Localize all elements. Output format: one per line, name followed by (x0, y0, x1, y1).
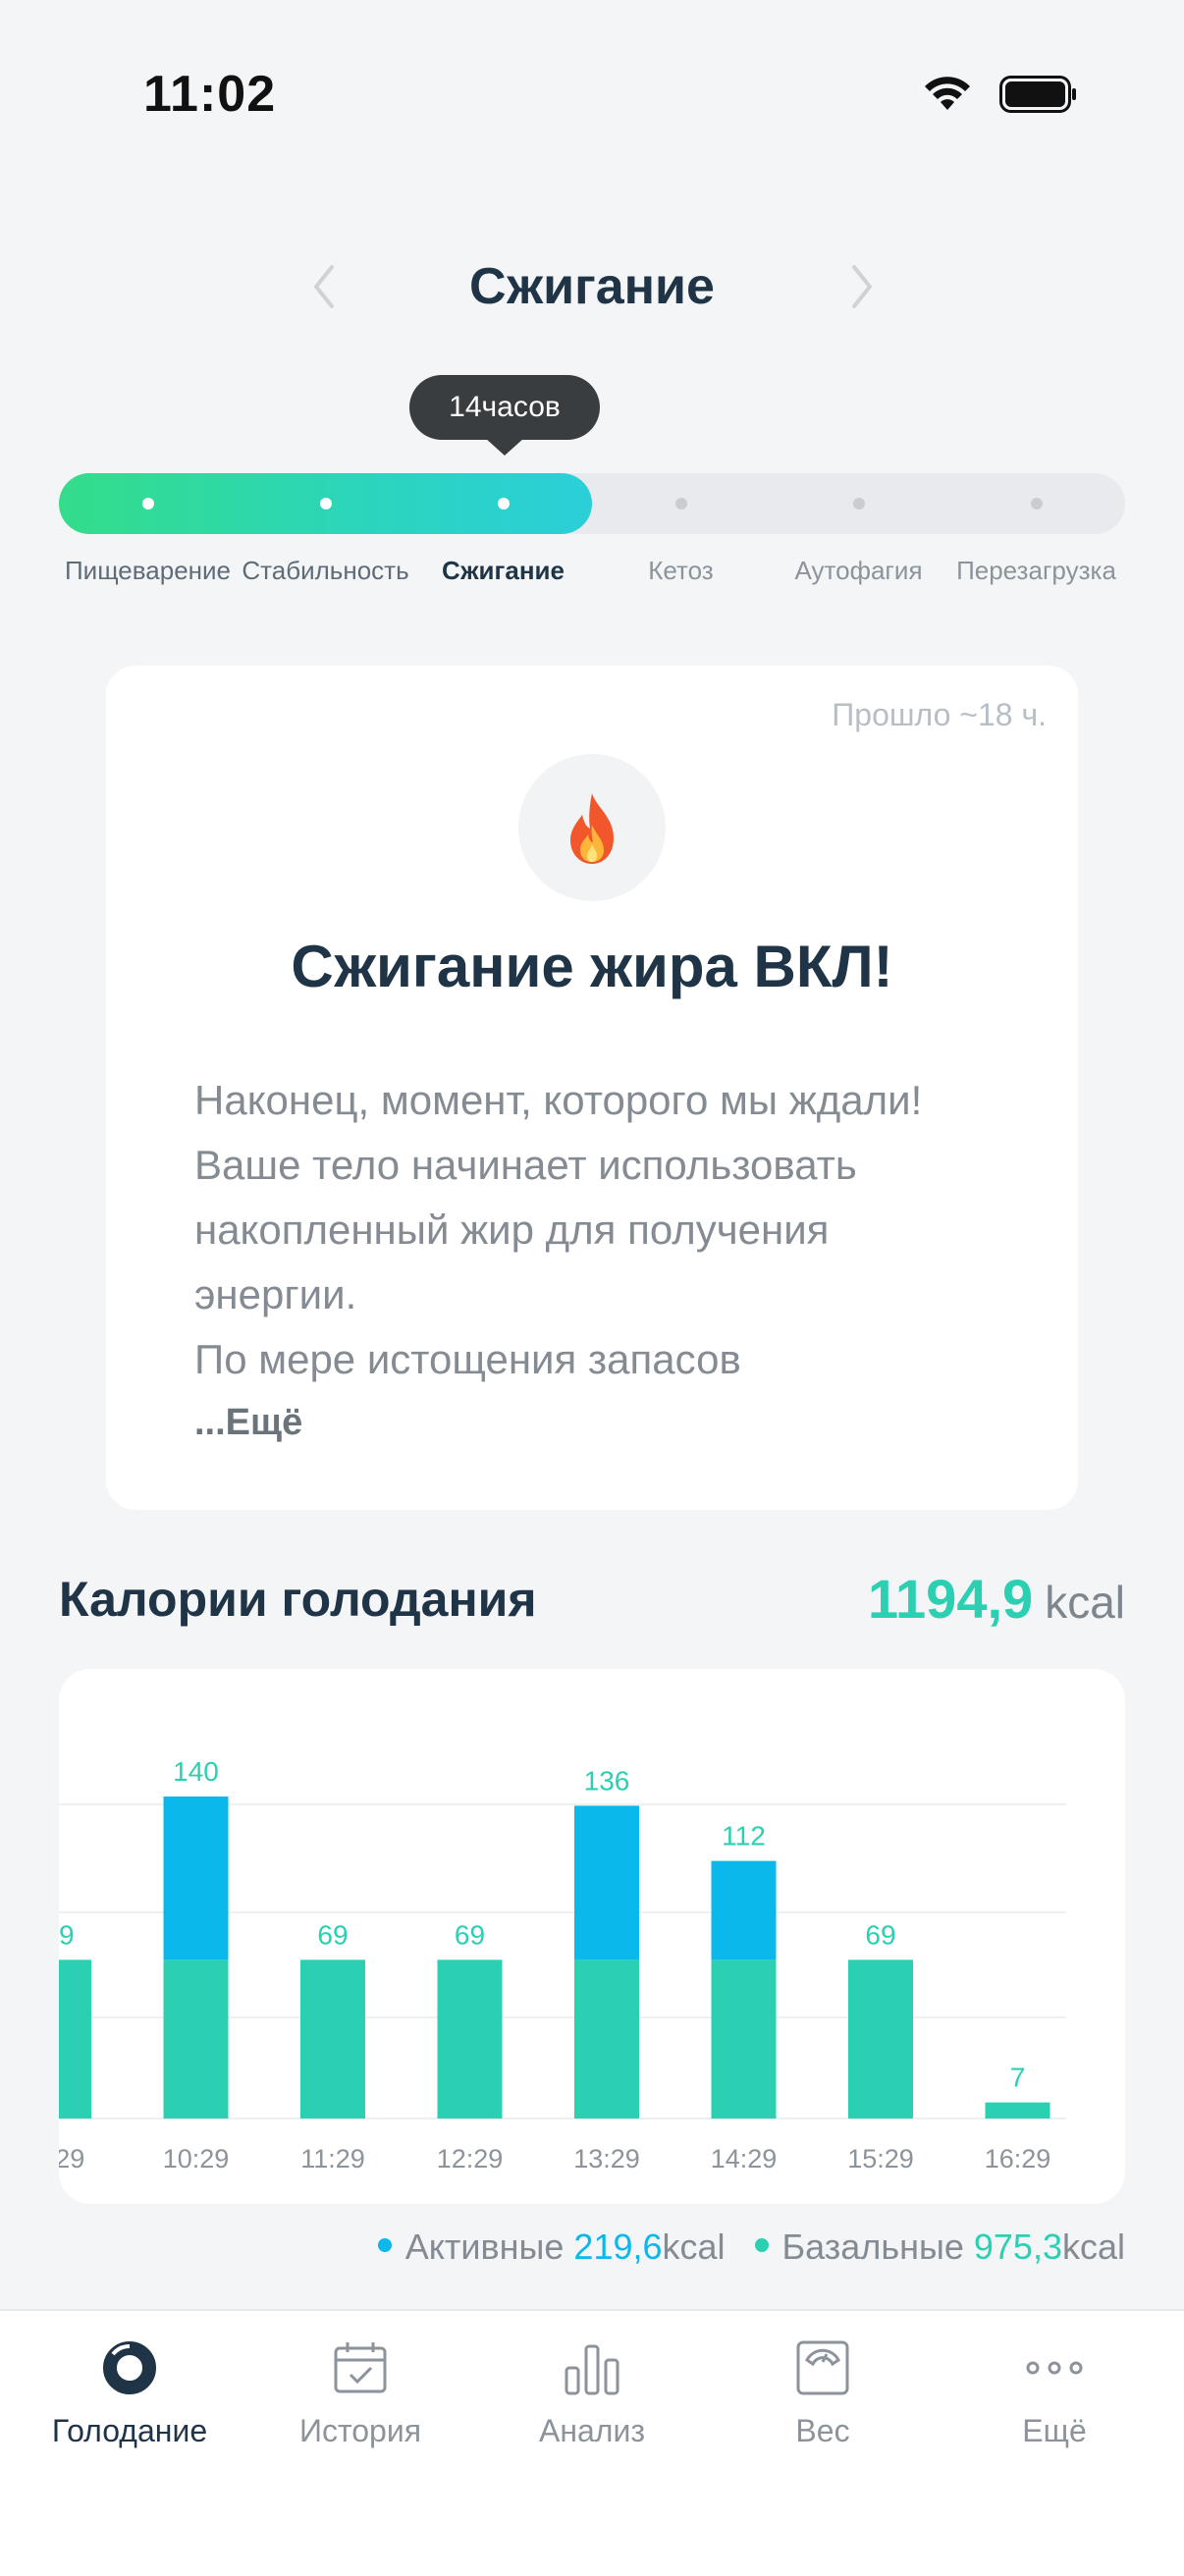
bar-active[interactable] (574, 1805, 639, 1960)
stage-label[interactable]: Перезагрузка (939, 556, 1135, 586)
calories-chart: 69 9:29 140 10:29 69 11:29 69 12:29 136 13:29 112 1… (59, 1669, 1125, 2204)
stage-dot (319, 498, 332, 510)
scale-icon (796, 2340, 849, 2395)
x-tick-label: 12:29 (437, 2144, 504, 2174)
next-stage-button[interactable] (833, 257, 891, 316)
card-description: Наконец, момент, которого мы ждали! Ваше… (194, 1068, 1019, 1392)
calories-total-unit: kcal (1045, 1577, 1125, 1628)
chart-legend: Активные 219,6kcal Базальные 975,3kcal (377, 2227, 1125, 2268)
bar-active[interactable] (711, 1860, 777, 1960)
tooltip-arrow (485, 438, 524, 456)
x-tick-label: 15:29 (847, 2144, 914, 2174)
card-description-line: По мере истощения запасов (194, 1336, 741, 1382)
stage-label[interactable]: Стабильность (228, 556, 424, 586)
tab-label: Вес (795, 2413, 850, 2448)
legend-active-unit: kcal (662, 2227, 726, 2267)
read-more-link[interactable]: ...Ещё (194, 1402, 302, 1444)
card-title: Сжигание жира ВКЛ! (291, 934, 893, 999)
bar-basal[interactable] (437, 1959, 503, 2119)
stage-label[interactable]: Пищеварение (50, 556, 246, 586)
tab-more[interactable]: Ещё (937, 2336, 1172, 2464)
calories-total-value: 1194,9 (867, 1568, 1034, 1630)
legend-active-value: 219,6 (573, 2227, 663, 2267)
bar-value-label: 69 (59, 1919, 75, 1950)
card-description-line: Ваше тело начинает использовать (194, 1142, 857, 1188)
stage-dot (141, 498, 154, 510)
tab-analysis[interactable]: Анализ (474, 2336, 710, 2464)
legend-basal-value: 975,3 (973, 2227, 1062, 2267)
legend-basal-label: Базальные (781, 2227, 964, 2267)
x-tick-label: 14:29 (711, 2144, 778, 2174)
bar-basal[interactable] (711, 1959, 777, 2119)
stage-label[interactable]: Сжигание (405, 556, 602, 586)
tab-history[interactable]: История (242, 2336, 478, 2464)
calendar-check-icon (334, 2342, 387, 2393)
tab-label: Голодание (51, 2413, 208, 2448)
wifi-icon (925, 77, 970, 110)
calories-section-title: Калории голодания (59, 1572, 537, 1627)
bar-basal[interactable] (163, 1959, 229, 2119)
tab-label: История (298, 2413, 422, 2448)
bar-value-label: 69 (865, 1919, 895, 1950)
tab-fasting[interactable]: Голодание (12, 2336, 247, 2464)
bar-value-label: 69 (317, 1919, 348, 1950)
bar-value-label: 136 (584, 1765, 630, 1796)
bar-value-label: 69 (455, 1919, 485, 1950)
progress-tooltip: 14часов (409, 375, 600, 440)
basal-legend-dot (754, 2238, 769, 2253)
fire-icon (570, 793, 614, 864)
active-legend-dot (377, 2238, 392, 2253)
previous-stage-button[interactable] (295, 257, 353, 316)
bar-value-label: 112 (722, 1821, 766, 1852)
bar-basal[interactable] (300, 1959, 365, 2119)
tab-weight[interactable]: Вес (705, 2336, 941, 2464)
calories-chart-svg: 69 9:29 140 10:29 69 11:29 69 12:29 136 13:29 112 1… (59, 1756, 1066, 2174)
bar-chart-icon (565, 2344, 619, 2395)
card-description-line: накопленный жир для получения (194, 1207, 830, 1253)
stage-dot (497, 498, 510, 510)
stage-dot (852, 498, 865, 510)
x-tick-label: 11:29 (300, 2144, 365, 2174)
bar-value-label: 7 (1010, 2063, 1026, 2093)
legend-basal-unit: kcal (1061, 2227, 1125, 2267)
stage-dot (674, 498, 687, 510)
card-description-line: Наконец, момент, которого мы ждали! (194, 1077, 923, 1123)
tab-label: Ещё (1022, 2413, 1087, 2448)
more-dots-icon (1026, 2361, 1083, 2375)
bar-active[interactable] (163, 1797, 229, 1960)
calories-total: 1194,9 kcal (868, 1567, 1125, 1631)
x-tick-label: 10:29 (163, 2144, 230, 2174)
battery-icon (999, 76, 1076, 113)
bar-basal[interactable] (848, 1959, 913, 2119)
fasting-ring-icon (103, 2341, 156, 2394)
card-description-line: энергии. (194, 1271, 357, 1317)
legend-active-label: Активные (404, 2227, 565, 2267)
x-tick-label: 13:29 (573, 2144, 640, 2174)
stage-dot (1030, 498, 1043, 510)
elapsed-time: Прошло ~18 ч. (832, 697, 1047, 732)
stage-title: Сжигание (469, 258, 715, 315)
x-tick-label: 16:29 (985, 2144, 1051, 2174)
stage-label[interactable]: Кетоз (583, 556, 780, 586)
stage-label[interactable]: Аутофагия (761, 556, 957, 586)
bar-value-label: 140 (173, 1756, 219, 1787)
bar-basal[interactable] (985, 2102, 1050, 2119)
tab-label: Анализ (538, 2413, 646, 2448)
x-tick-label: 9:29 (59, 2144, 84, 2174)
status-time: 11:02 (143, 66, 277, 123)
bar-basal[interactable] (59, 1959, 91, 2119)
bar-basal[interactable] (574, 1959, 639, 2119)
